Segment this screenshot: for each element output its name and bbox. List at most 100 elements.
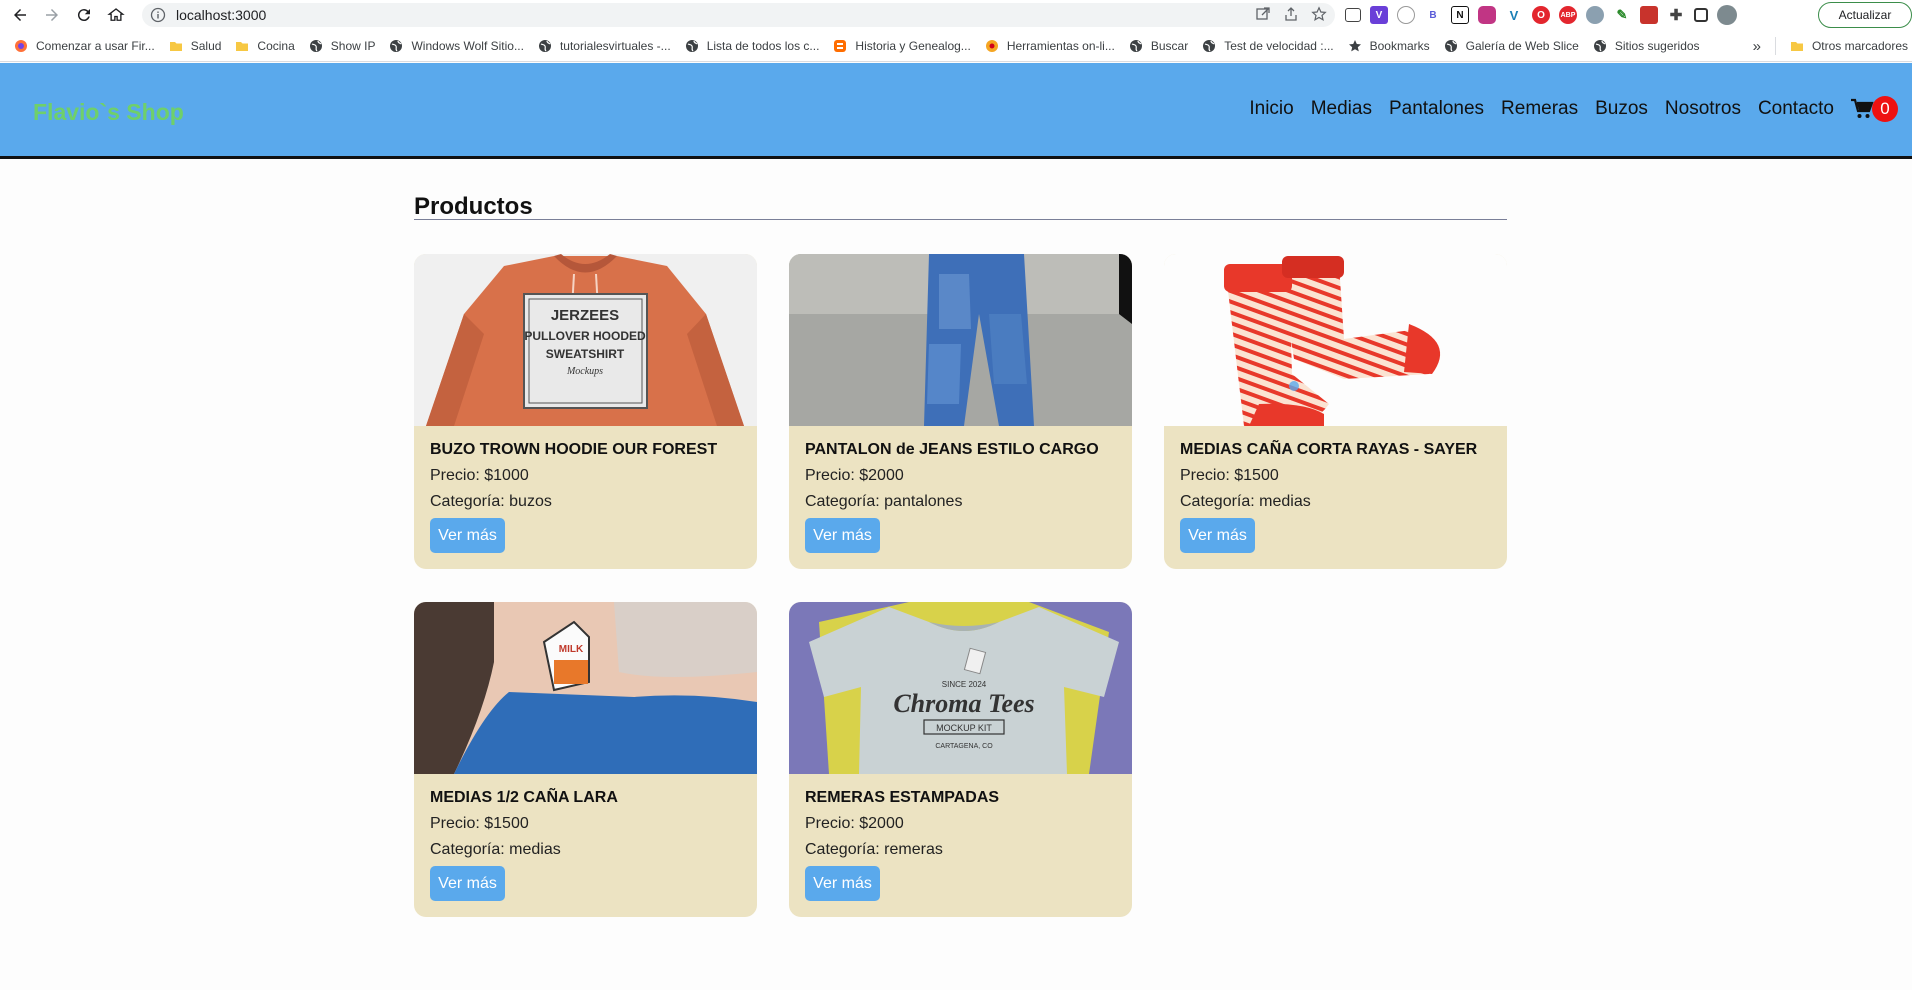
home-button[interactable] [104, 3, 128, 27]
bookmark-item[interactable]: Galería de Web Slice [1444, 39, 1579, 53]
bookmark-item[interactable]: Comenzar a usar Fir... [14, 39, 155, 53]
bookmarks-overflow: » Otros marcadores [1739, 30, 1912, 62]
product-price: Precio: $1000 [430, 467, 529, 484]
bookmark-label: tutorialesvirtuales -... [559, 38, 671, 53]
notion-extension-icon[interactable]: N [1451, 6, 1469, 24]
reload-icon [77, 9, 90, 22]
bookmark-item[interactable]: Lista de todos los c... [685, 39, 819, 53]
globe-icon [1593, 39, 1606, 52]
open-external-icon[interactable] [1255, 6, 1271, 22]
product-price: Precio: $1500 [1180, 467, 1279, 484]
bookmark-item[interactable]: Cocina [235, 39, 295, 53]
bookmark-item[interactable]: Show IP [309, 39, 375, 53]
bookmark-item[interactable]: tutorialesvirtuales -... [538, 39, 671, 53]
sidebar-icon[interactable] [1694, 8, 1708, 22]
cat-extension-icon[interactable] [1586, 6, 1604, 24]
red-extension-icon[interactable] [1640, 6, 1658, 24]
product-image-milk-sock[interactable]: MILK [414, 602, 757, 774]
compass-extension-icon[interactable] [1397, 6, 1415, 24]
cart-widget[interactable]: 0 [1850, 96, 1898, 122]
bookmark-item[interactable]: Windows Wolf Sitio... [389, 38, 524, 53]
blogger-icon [834, 39, 847, 52]
brand-logo[interactable]: Flavio`s Shop [33, 99, 184, 126]
share-icon[interactable] [1283, 6, 1299, 22]
reload-button[interactable] [72, 3, 96, 27]
update-button[interactable]: Actualizar [1818, 2, 1912, 28]
ver-mas-button[interactable]: Ver más [430, 518, 505, 553]
nav-link-nosotros[interactable]: Nosotros [1665, 98, 1741, 120]
cart-count-badge: 0 [1872, 96, 1898, 122]
other-bookmarks[interactable]: Otros marcadores [1790, 39, 1908, 53]
product-image-socks[interactable] [1164, 254, 1507, 426]
product-image-hoodie[interactable]: JERZEES PULLOVER HOODED SWEATSHIRT Mocku… [414, 254, 757, 426]
firefox-icon [15, 39, 27, 52]
nav-link-remeras[interactable]: Remeras [1501, 98, 1578, 120]
hoodie-print-4: Mockups [566, 366, 603, 377]
b-extension-icon[interactable]: B [1424, 6, 1442, 24]
arrow-right-icon [46, 9, 58, 21]
shopping-cart-icon [1851, 98, 1874, 118]
bookmark-label: Historia y Genealog... [855, 38, 971, 53]
globe-icon [1444, 39, 1457, 52]
v-extension-icon[interactable]: V [1370, 6, 1388, 24]
product-image-jeans[interactable] [789, 254, 1132, 426]
hoodie-print-1: JERZEES [551, 307, 619, 324]
address-bar[interactable]: localhost:3000 [142, 3, 1335, 27]
bookmarks-bar: Comenzar a usar Fir... Salud Cocina Show IP… [0, 30, 1912, 62]
nav-link-contacto[interactable]: Contacto [1758, 98, 1834, 120]
bookmark-item[interactable]: Test de velocidad :... [1202, 39, 1334, 53]
bookmark-label: Sitios sugeridos [1614, 38, 1700, 53]
bookmark-label: Buscar [1150, 38, 1189, 53]
folder-icon [236, 41, 249, 51]
profile-avatar[interactable] [1717, 5, 1737, 25]
forward-button[interactable] [40, 3, 64, 27]
bookmark-item[interactable]: Bookmarks [1348, 39, 1430, 53]
site-header: Flavio`s Shop Inicio Medias Pantalones R… [0, 63, 1912, 159]
adblock-extension-icon[interactable]: ABP [1559, 6, 1577, 24]
camera-extension-icon[interactable] [1478, 6, 1496, 24]
bookmark-item[interactable]: Sitios sugeridos [1593, 39, 1700, 53]
bookmark-item[interactable]: Historia y Genealog... [833, 38, 971, 53]
bookmarks-more-button[interactable]: » [1753, 38, 1761, 55]
hoodie-print-3: SWEATSHIRT [546, 347, 625, 361]
folder-icon [1790, 42, 1803, 51]
nav-link-pantalones[interactable]: Pantalones [1389, 98, 1484, 120]
bookmark-label: Windows Wolf Sitio... [411, 38, 524, 53]
ver-mas-button[interactable]: Ver más [805, 518, 880, 553]
product-card: SINCE 2024 Chroma Tees MOCKUP KIT CARTAG… [789, 602, 1132, 917]
browser-toolbar: localhost:3000 V B N V O ABP ✎ ✚ Actuali… [0, 0, 1912, 30]
globe-icon [538, 39, 551, 52]
title-divider [414, 219, 1507, 220]
globe-icon [1203, 39, 1216, 52]
product-category: Categoría: pantalones [805, 493, 963, 510]
opera-extension-icon[interactable]: O [1532, 6, 1550, 24]
puzzle-icon[interactable]: ✚ [1667, 6, 1685, 24]
product-image-tshirt[interactable]: SINCE 2024 Chroma Tees MOCKUP KIT CARTAG… [789, 602, 1132, 774]
product-price: Precio: $2000 [805, 467, 904, 484]
bookmark-item[interactable]: Buscar [1129, 39, 1188, 53]
nav-link-buzos[interactable]: Buzos [1595, 98, 1648, 120]
back-button[interactable] [8, 3, 32, 27]
product-name: MEDIAS CAÑA CORTA RAYAS - SAYER [1180, 441, 1478, 458]
ver-mas-button[interactable]: Ver más [430, 866, 505, 901]
page-title: Productos [414, 193, 533, 220]
nav-link-medias[interactable]: Medias [1311, 98, 1372, 120]
nav-link-inicio[interactable]: Inicio [1249, 98, 1293, 120]
star-icon[interactable] [1311, 6, 1327, 22]
tshirt-print-3: MOCKUP KIT [936, 723, 992, 733]
hoodie-print-2: PULLOVER HOODED [524, 329, 646, 343]
product-price: Precio: $1500 [430, 815, 529, 832]
product-category: Categoría: medias [430, 841, 561, 858]
pen-extension-icon[interactable]: ✎ [1613, 6, 1631, 24]
tshirt-print-1: SINCE 2024 [942, 680, 987, 689]
bookmark-item[interactable]: Salud [169, 39, 221, 53]
ver-mas-button[interactable]: Ver más [805, 866, 880, 901]
globe-icon [390, 39, 403, 52]
home-icon [107, 8, 125, 21]
bookmark-item[interactable]: Herramientas on-li... [985, 39, 1115, 53]
bookmark-label: Galería de Web Slice [1465, 38, 1579, 53]
info-icon [150, 7, 166, 23]
v-green-extension-icon[interactable]: V [1505, 6, 1523, 24]
ver-mas-button[interactable]: Ver más [1180, 518, 1255, 553]
screenshot-extension-icon[interactable] [1345, 8, 1361, 22]
